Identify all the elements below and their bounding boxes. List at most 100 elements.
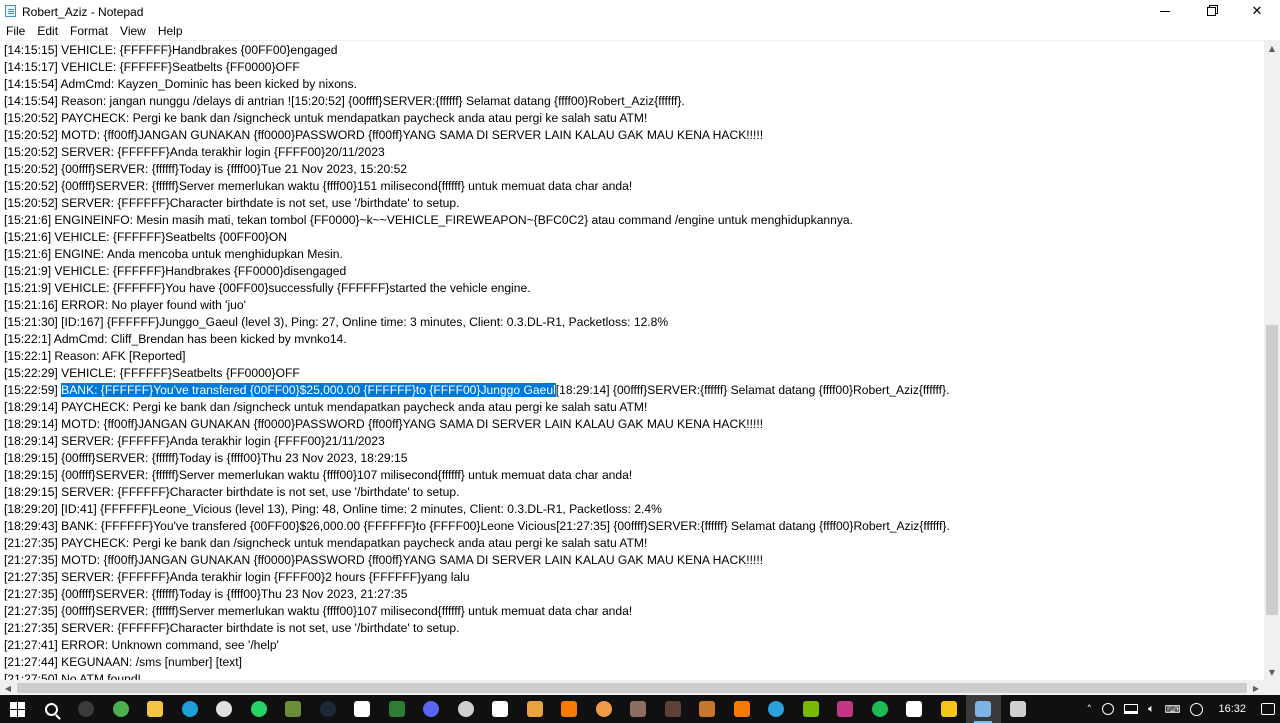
whatsapp-icon[interactable]	[242, 695, 277, 723]
app-n-icon[interactable]	[897, 695, 932, 723]
scroll-left-arrow-icon[interactable]: ◀	[0, 680, 16, 696]
steam-icon[interactable]	[311, 695, 346, 723]
app-n-icon	[906, 701, 923, 717]
network-icon[interactable]	[1119, 695, 1143, 723]
text-line: [15:22:29] VEHICLE: {FFFFFF}Seatbelts {F…	[4, 366, 300, 380]
language-icon[interactable]	[1185, 695, 1208, 723]
taskbar-apps	[0, 695, 1035, 723]
scroll-right-arrow-icon[interactable]: ▶	[1248, 680, 1264, 696]
window-title: Robert_Aziz - Notepad	[22, 4, 144, 19]
clock[interactable]: 16:32	[1208, 703, 1256, 715]
minecraft-icon	[285, 701, 302, 717]
telegram-icon[interactable]	[759, 695, 794, 723]
app-r-icon[interactable]	[932, 695, 967, 723]
search-button[interactable]	[35, 695, 70, 723]
horizontal-scroll-thumb[interactable]	[17, 683, 1247, 693]
nvidia-icon[interactable]	[794, 695, 829, 723]
game-icon	[526, 701, 543, 717]
chrome-icon[interactable]	[104, 695, 139, 723]
start-button[interactable]	[0, 695, 35, 723]
app-circle-icon[interactable]	[69, 695, 104, 723]
text-line: [15:21:6] VEHICLE: {FFFFFF}Seatbelts {00…	[4, 230, 287, 244]
spotify-icon	[871, 701, 888, 717]
title-bar: Robert_Aziz - Notepad ✕	[0, 0, 1280, 22]
text-line: [15:20:52] SERVER: {FFFFFF}Character bir…	[4, 196, 460, 210]
menu-view[interactable]: View	[114, 22, 152, 40]
tiktok-icon[interactable]	[483, 695, 518, 723]
close-icon: ✕	[1251, 3, 1263, 19]
nvidia-icon	[802, 701, 819, 717]
menu-edit[interactable]: Edit	[31, 22, 64, 40]
menu-format[interactable]: Format	[64, 22, 114, 40]
scroll-up-arrow-icon[interactable]: ▲	[1264, 40, 1280, 56]
app-green-icon	[388, 701, 405, 717]
app-orange-icon	[561, 701, 578, 717]
game-icon[interactable]	[518, 695, 553, 723]
maximize-button[interactable]	[1188, 0, 1234, 22]
text-line: [15:21:9] VEHICLE: {FFFFFF}You have {00F…	[4, 281, 531, 295]
media-player-icon[interactable]	[207, 695, 242, 723]
text-line: [18:29:14] PAYCHECK: Pergi ke bank dan /…	[4, 400, 648, 414]
tray-app-icon[interactable]	[1097, 695, 1119, 723]
text-line: [15:21:16] ERROR: No player found with '…	[4, 298, 246, 312]
text-line: [18:29:14] MOTD: {ff00ff}JANGAN GUNAKAN …	[4, 417, 764, 431]
discord-icon	[423, 701, 440, 717]
window-controls: ✕	[1142, 0, 1280, 22]
discord-icon[interactable]	[414, 695, 449, 723]
calculator-icon[interactable]	[1001, 695, 1036, 723]
calculator-icon	[1009, 701, 1026, 717]
app-s-icon	[354, 701, 371, 717]
app-circle-orange-icon[interactable]	[587, 695, 622, 723]
tiktok-icon	[492, 701, 509, 717]
text-selection[interactable]: BANK: {FFFFFF}You've transfered {00FF00}…	[61, 383, 556, 397]
text-line: [15:21:6] ENGINE: Anda mencoba untuk men…	[4, 247, 343, 261]
text-line: [18:29:15] SERVER: {FFFFFF}Character bir…	[4, 485, 460, 499]
notepad-icon[interactable]	[966, 695, 1001, 723]
app-green-icon[interactable]	[380, 695, 415, 723]
speedometer-icon	[457, 701, 474, 717]
instagram-icon[interactable]	[828, 695, 863, 723]
blender-icon[interactable]	[725, 695, 760, 723]
text-editor[interactable]: [14:15:15] VEHICLE: {FFFFFF}Handbrakes {…	[0, 40, 1264, 680]
text-line: [14:15:54] Reason: jangan nunggu /delays…	[4, 94, 685, 108]
text-line: [18:29:14] SERVER: {FFFFFF}Anda terakhir…	[4, 434, 385, 448]
system-tray: ˄ 🔈︎ ⌨ 16:32	[1081, 695, 1280, 723]
restore-icon	[1206, 6, 1216, 16]
text-line: [15:22:1] Reason: AFK [Reported]	[4, 349, 186, 363]
volume-icon[interactable]: 🔈︎	[1143, 695, 1160, 723]
menu-help[interactable]: Help	[152, 22, 189, 40]
line-prefix: [15:22:59]	[4, 383, 62, 397]
text-line: [15:21:9] VEHICLE: {FFFFFF}Handbrakes {F…	[4, 264, 347, 278]
app-s-icon[interactable]	[345, 695, 380, 723]
text-line: [21:27:44] KEGUNAAN: /sms [number] [text…	[4, 655, 242, 669]
edge-icon[interactable]	[173, 695, 208, 723]
tray-chevron-icon[interactable]: ˄	[1081, 695, 1097, 723]
text-line: [18:29:15] {00ffff}SERVER: {ffffff}Serve…	[4, 468, 633, 482]
scroll-down-arrow-icon[interactable]: ▼	[1264, 664, 1280, 680]
app-img-icon[interactable]	[621, 695, 656, 723]
line-suffix: [18:29:14] {00ffff}SERVER:{ffffff} Selam…	[555, 383, 950, 397]
app-dark-icon[interactable]	[656, 695, 691, 723]
text-line: [15:21:6] ENGINEINFO: Mesin masih mati, …	[4, 213, 854, 227]
notification-icon[interactable]	[1256, 695, 1280, 723]
close-button[interactable]: ✕	[1234, 0, 1280, 22]
shield-icon	[699, 701, 716, 717]
keyboard-icon[interactable]: ⌨	[1160, 695, 1186, 723]
app-orange-icon[interactable]	[552, 695, 587, 723]
speedometer-icon[interactable]	[449, 695, 484, 723]
minimize-button[interactable]	[1142, 0, 1188, 22]
minecraft-icon[interactable]	[276, 695, 311, 723]
app-r-icon	[940, 701, 957, 717]
vertical-scrollbar[interactable]: ▲ ▼	[1264, 40, 1280, 680]
horizontal-scrollbar[interactable]: ◀ ▶	[0, 680, 1264, 696]
text-line: [18:29:15] {00ffff}SERVER: {ffffff}Today…	[4, 451, 408, 465]
vertical-scroll-thumb[interactable]	[1266, 325, 1278, 615]
shield-icon[interactable]	[690, 695, 725, 723]
text-line: [21:27:35] SERVER: {FFFFFF}Anda terakhir…	[4, 570, 470, 584]
menu-file[interactable]: File	[0, 22, 31, 40]
spotify-icon[interactable]	[863, 695, 898, 723]
app-circle-icon	[78, 701, 95, 717]
file-explorer-icon[interactable]	[138, 695, 173, 723]
taskbar: ˄ 🔈︎ ⌨ 16:32	[0, 695, 1280, 723]
media-player-icon	[216, 701, 233, 717]
